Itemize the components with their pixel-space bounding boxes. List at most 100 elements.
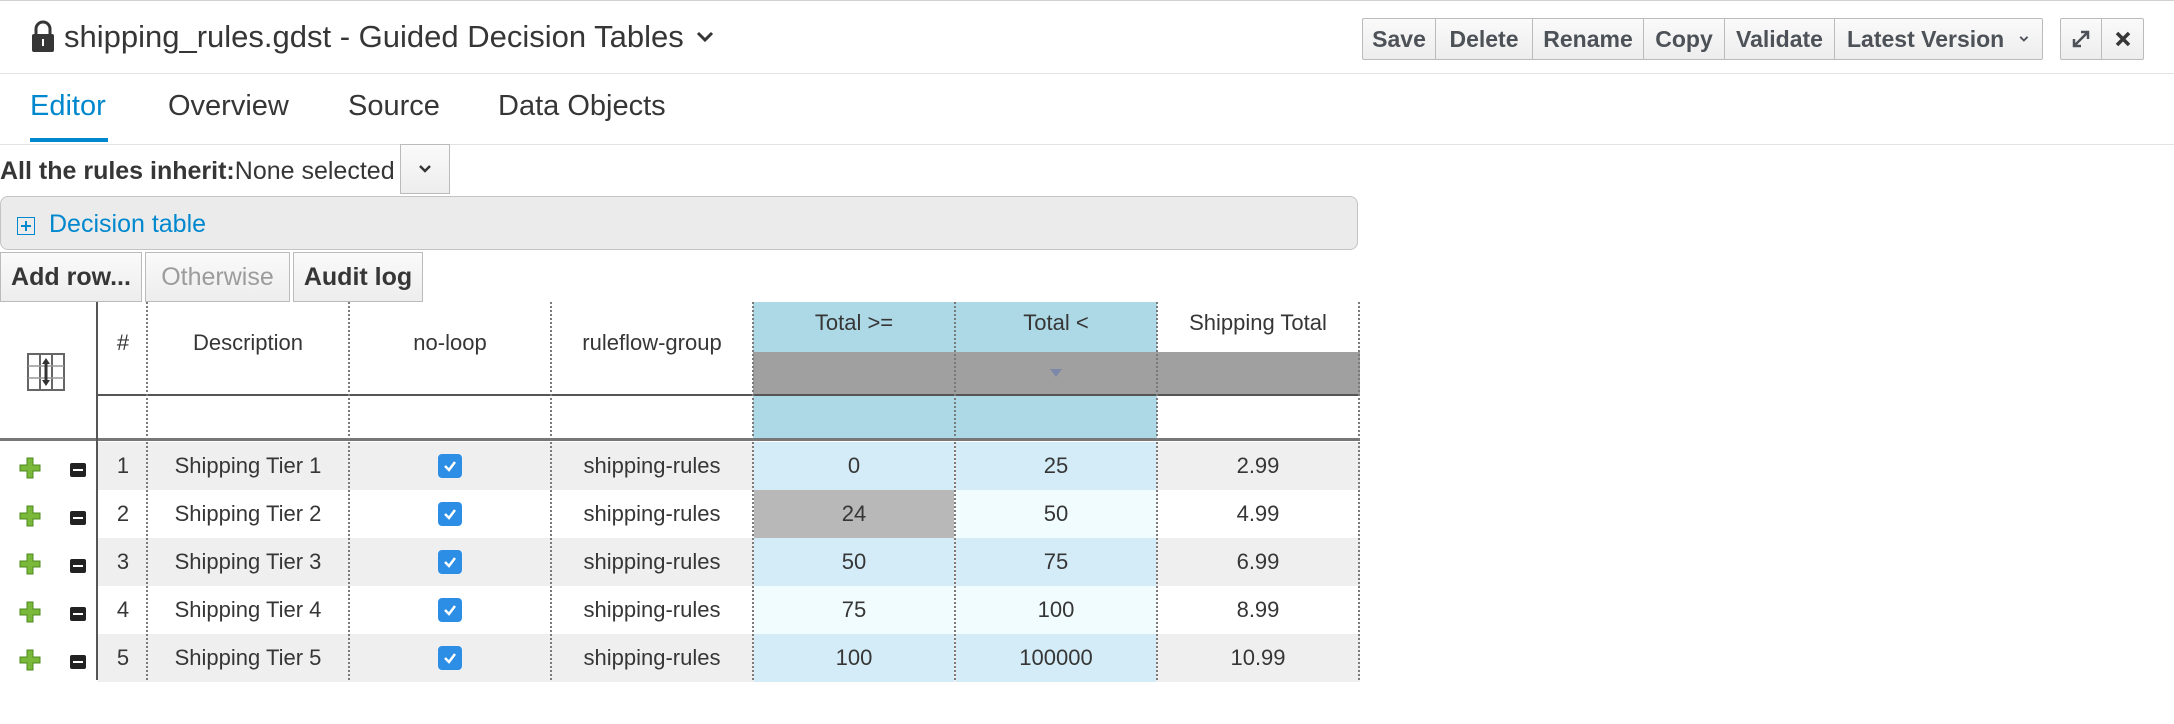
total-lt-cell[interactable]: 25 — [956, 442, 1156, 490]
decision-table-link[interactable]: Decision table — [49, 210, 206, 239]
checkmark-icon — [444, 509, 456, 520]
description-cell[interactable]: Shipping Tier 2 — [148, 490, 348, 538]
total-lt-cell[interactable]: 100 — [956, 586, 1156, 634]
editor-tabs: Editor Overview Source Data Objects — [0, 72, 2174, 145]
column-divider — [146, 302, 148, 680]
sort-down-icon[interactable] — [1049, 368, 1063, 378]
save-button[interactable]: Save — [1362, 18, 1436, 60]
expand-plus-icon[interactable] — [17, 217, 35, 235]
latest-version-dropdown[interactable]: Latest Version — [1835, 18, 2043, 60]
editor-title[interactable]: shipping_rules.gdst - Guided Decision Ta… — [30, 15, 716, 59]
tab-data-objects[interactable]: Data Objects — [498, 90, 666, 123]
expand-icon — [2072, 30, 2090, 48]
checkmark-icon — [444, 557, 456, 568]
description-cell[interactable]: Shipping Tier 4 — [148, 586, 348, 634]
shipping-total-cell[interactable]: 8.99 — [1158, 586, 1358, 634]
no-loop-cell[interactable] — [350, 634, 550, 682]
delete-row-icon[interactable] — [70, 511, 86, 525]
copy-button[interactable]: Copy — [1644, 18, 1725, 60]
no-loop-cell[interactable] — [350, 442, 550, 490]
total-gte-cell[interactable]: 24 — [754, 490, 954, 538]
total-gte-cell[interactable]: 0 — [754, 442, 954, 490]
add-row-icon[interactable] — [18, 456, 42, 480]
tab-editor[interactable]: Editor — [30, 90, 106, 123]
column-divider — [954, 302, 956, 680]
row-header-divider — [96, 302, 98, 680]
validate-button[interactable]: Validate — [1725, 18, 1835, 60]
total-gte-cell[interactable]: 75 — [754, 586, 954, 634]
ruleflow-group-cell[interactable]: shipping-rules — [552, 538, 752, 586]
column-header-no-loop[interactable]: no-loop — [350, 326, 550, 360]
delete-row-icon[interactable] — [70, 607, 86, 621]
checkmark-icon — [444, 605, 456, 616]
delete-row-icon[interactable] — [70, 559, 86, 573]
column-header-total-lt[interactable]: Total < — [956, 306, 1156, 340]
ruleflow-group-cell[interactable]: shipping-rules — [552, 442, 752, 490]
no-loop-cell[interactable] — [350, 490, 550, 538]
total-gte-cell[interactable]: 50 — [754, 538, 954, 586]
ruleflow-group-cell[interactable]: shipping-rules — [552, 634, 752, 682]
rename-button[interactable]: Rename — [1533, 18, 1644, 60]
column-header-total-gte[interactable]: Total >= — [754, 306, 954, 340]
no-loop-checkbox[interactable] — [438, 550, 462, 574]
shipping-total-cell[interactable]: 10.99 — [1158, 634, 1358, 682]
no-loop-checkbox[interactable] — [438, 598, 462, 622]
close-button[interactable] — [2102, 18, 2144, 60]
shipping-total-cell[interactable]: 6.99 — [1158, 538, 1358, 586]
row-number-cell[interactable]: 1 — [98, 442, 148, 490]
add-row-icon[interactable] — [18, 552, 42, 576]
column-header-ruleflow-group[interactable]: ruleflow-group — [552, 326, 752, 360]
tab-source[interactable]: Source — [348, 90, 440, 123]
editor-title-bar: shipping_rules.gdst - Guided Decision Ta… — [0, 0, 2174, 74]
active-tab-indicator — [30, 138, 108, 142]
column-header-shipping-total[interactable]: Shipping Total — [1158, 306, 1358, 340]
total-lt-cell[interactable]: 75 — [956, 538, 1156, 586]
column-header-description[interactable]: Description — [148, 326, 348, 360]
add-row-icon[interactable] — [18, 648, 42, 672]
description-cell[interactable]: Shipping Tier 3 — [148, 538, 348, 586]
otherwise-button[interactable]: Otherwise — [145, 252, 290, 302]
close-icon — [2115, 31, 2130, 47]
decision-table-grid: # Description no-loop ruleflow-group Tot… — [0, 302, 1360, 682]
shipping-total-cell[interactable]: 2.99 — [1158, 442, 1358, 490]
description-cell[interactable]: Shipping Tier 5 — [148, 634, 348, 682]
row-number-cell[interactable]: 3 — [98, 538, 148, 586]
column-header-num[interactable]: # — [98, 326, 148, 360]
decision-table-panel[interactable]: Decision table — [0, 196, 1358, 250]
latest-version-label: Latest Version — [1847, 25, 2005, 52]
checkmark-icon — [444, 461, 456, 472]
delete-button[interactable]: Delete — [1436, 18, 1533, 60]
no-loop-cell[interactable] — [350, 586, 550, 634]
row-number-cell[interactable]: 5 — [98, 634, 148, 682]
add-row-button[interactable]: Add row... — [0, 252, 142, 302]
file-title: shipping_rules.gdst - Guided Decision Ta… — [64, 19, 684, 54]
ruleflow-group-cell[interactable]: shipping-rules — [552, 490, 752, 538]
column-config-icon[interactable] — [26, 352, 66, 392]
shipping-total-cell[interactable]: 4.99 — [1158, 490, 1358, 538]
tab-overview[interactable]: Overview — [168, 90, 289, 123]
column-divider — [348, 302, 350, 680]
total-lt-cell[interactable]: 100000 — [956, 634, 1156, 682]
no-loop-checkbox[interactable] — [438, 502, 462, 526]
add-row-icon[interactable] — [18, 600, 42, 624]
ruleflow-group-cell[interactable]: shipping-rules — [552, 586, 752, 634]
delete-row-icon[interactable] — [70, 463, 86, 477]
no-loop-cell[interactable] — [350, 538, 550, 586]
column-divider — [1358, 302, 1360, 680]
total-gte-cell[interactable]: 100 — [754, 634, 954, 682]
inherit-dropdown-button[interactable] — [400, 144, 450, 194]
no-loop-checkbox[interactable] — [438, 454, 462, 478]
chevron-down-icon[interactable] — [694, 26, 716, 48]
description-cell[interactable]: Shipping Tier 1 — [148, 442, 348, 490]
chevron-down-icon — [2019, 36, 2029, 42]
maximize-button[interactable] — [2060, 18, 2102, 60]
row-number-cell[interactable]: 2 — [98, 490, 148, 538]
row-number-cell[interactable]: 4 — [98, 586, 148, 634]
no-loop-checkbox[interactable] — [438, 646, 462, 670]
inherit-value: None selected — [234, 156, 395, 185]
delete-row-icon[interactable] — [70, 655, 86, 669]
audit-log-button[interactable]: Audit log — [293, 252, 423, 302]
inherit-label: All the rules inherit: — [0, 156, 235, 185]
total-lt-cell[interactable]: 50 — [956, 490, 1156, 538]
add-row-icon[interactable] — [18, 504, 42, 528]
